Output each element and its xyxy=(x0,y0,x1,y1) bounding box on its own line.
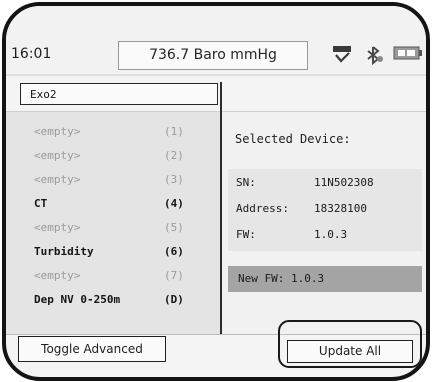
update-all-highlight-outline xyxy=(278,320,422,368)
address-row: Address: 18328100 xyxy=(236,202,367,215)
toggle-advanced-button[interactable]: Toggle Advanced xyxy=(18,336,166,362)
device-screen-frame: 16:01 736.7 Baro mmHg Exo2 <empty> (1) <… xyxy=(2,2,430,381)
new-fw-bar: New FW: 1.0.3 xyxy=(228,266,422,292)
channel-row[interactable]: <empty> (3) xyxy=(6,168,220,192)
channel-row[interactable]: <empty> (2) xyxy=(6,144,220,168)
fw-row: FW: 1.0.3 xyxy=(236,228,347,241)
channel-row[interactable]: Dep NV 0-250m (D) xyxy=(6,288,220,312)
channel-row[interactable]: Turbidity (6) xyxy=(6,240,220,264)
fw-label: FW: xyxy=(236,228,256,241)
channel-row[interactable]: <empty> (5) xyxy=(6,216,220,240)
address-value: 18328100 xyxy=(314,202,367,215)
channel-row[interactable]: CT (4) xyxy=(6,192,220,216)
channel-row[interactable]: <empty> (7) xyxy=(6,264,220,288)
address-label: Address: xyxy=(236,202,289,215)
sn-label: SN: xyxy=(236,176,256,189)
status-bar: 16:01 736.7 Baro mmHg xyxy=(6,6,426,76)
selected-device-title: Selected Device: xyxy=(235,132,351,146)
fw-value: 1.0.3 xyxy=(314,228,348,241)
bluetooth-icon xyxy=(363,44,385,70)
battery-icon xyxy=(393,44,423,66)
sn-value: 11N502308 xyxy=(314,176,374,189)
sn-row: SN: 11N502308 xyxy=(236,176,374,189)
gps-signal-icon xyxy=(332,44,354,68)
channel-list[interactable]: <empty> (1) <empty> (2) <empty> (3) CT (… xyxy=(6,112,220,334)
clock: 16:01 xyxy=(11,46,52,62)
device-name-field[interactable]: Exo2 xyxy=(20,83,218,105)
channel-row[interactable]: <empty> (1) xyxy=(6,120,220,144)
barometer-readout: 736.7 Baro mmHg xyxy=(118,41,308,70)
